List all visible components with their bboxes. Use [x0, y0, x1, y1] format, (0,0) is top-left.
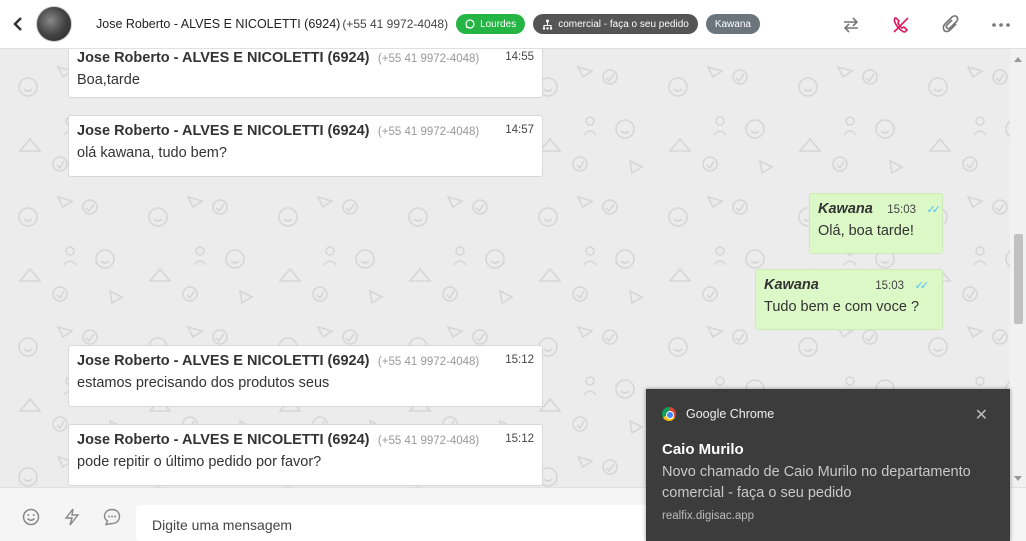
tag-label: Kawana: [714, 18, 751, 30]
close-icon[interactable]: ✕: [975, 405, 988, 425]
quick-reply-icon: [103, 508, 121, 526]
emoji-icon: [22, 508, 40, 526]
end-call-icon: [893, 16, 909, 33]
quick-action-button[interactable]: [64, 508, 84, 528]
attach-button[interactable]: [926, 0, 976, 49]
tag-label: Lourdes: [480, 18, 517, 30]
notification-title: Caio Murilo: [662, 441, 744, 458]
contact-phone: (+55 41 9972-4048): [342, 17, 449, 31]
message-phone: (+55 41 9972-4048): [377, 356, 480, 368]
message-text: Boa,tarde: [77, 72, 140, 88]
message-sender: Jose Roberto - ALVES E NICOLETTI (6924): [77, 50, 370, 66]
end-call-button[interactable]: [876, 0, 926, 49]
message-sender: Kawana: [818, 201, 873, 217]
chevron-left-icon: [13, 17, 22, 31]
back-button[interactable]: [0, 0, 36, 49]
message-time: 14:57: [505, 124, 534, 136]
message-text: estamos precisando dos produtos seus: [77, 375, 330, 391]
message-incoming[interactable]: Jose Roberto - ALVES E NICOLETTI (6924) …: [68, 49, 543, 98]
message-phone: (+55 41 9972-4048): [377, 126, 480, 138]
message-text: olá kawana, tudo bem?: [77, 145, 227, 161]
chrome-icon: [662, 407, 676, 421]
tag-connection[interactable]: Lourdes: [456, 14, 526, 34]
message-time: 15:12: [505, 433, 534, 445]
tag-agent[interactable]: Kawana: [705, 14, 760, 34]
message-time: 15:12: [505, 354, 534, 366]
notification-body: Novo chamado de Caio Murilo no departame…: [662, 464, 971, 501]
chat-scrollbar[interactable]: [1010, 49, 1026, 487]
notification-url: realfix.digisac.app: [662, 510, 755, 522]
message-input-placeholder: Digite uma mensagem: [152, 517, 293, 533]
emoji-button[interactable]: [22, 508, 42, 528]
tag-label: comercial - faça o seu pedido: [558, 18, 689, 30]
message-phone: (+55 41 9972-4048): [377, 53, 480, 65]
chat-header: Jose Roberto - ALVES E NICOLETTI (6924) …: [0, 0, 1026, 49]
more-button[interactable]: [976, 0, 1026, 49]
message-sender: Jose Roberto - ALVES E NICOLETTI (6924): [77, 123, 370, 139]
tag-department[interactable]: comercial - faça o seu pedido: [533, 14, 698, 34]
contact-name: Jose Roberto - ALVES E NICOLETTI (6924): [96, 17, 341, 31]
message-text: Olá, boa tarde!: [818, 223, 914, 239]
whatsapp-icon: [465, 19, 475, 29]
message-phone: (+55 41 9972-4048): [377, 435, 480, 447]
transfer-icon: [843, 16, 859, 33]
desktop-notification[interactable]: Google Chrome ✕ Caio Murilo Novo chamado…: [646, 389, 1010, 541]
message-sender: Jose Roberto - ALVES E NICOLETTI (6924): [77, 353, 370, 369]
read-ticks-icon: ✓✓: [914, 280, 930, 292]
flash-icon: [64, 508, 80, 526]
transfer-button[interactable]: [826, 0, 876, 49]
read-ticks-icon: ✓✓: [926, 204, 942, 216]
attach-icon: [942, 14, 959, 32]
message-text: pode repitir o último pedido por favor?: [77, 454, 322, 470]
message-sender: Jose Roberto - ALVES E NICOLETTI (6924): [77, 432, 370, 448]
message-outgoing[interactable]: Kawana 15:03 ✓✓ Tudo bem e com voce ?: [755, 269, 943, 330]
message-incoming[interactable]: Jose Roberto - ALVES E NICOLETTI (6924) …: [68, 115, 543, 177]
message-time: 14:55: [505, 51, 534, 63]
message-incoming[interactable]: Jose Roberto - ALVES E NICOLETTI (6924) …: [68, 424, 543, 486]
notification-app-name: Google Chrome: [686, 407, 775, 421]
message-outgoing[interactable]: Kawana 15:03 ✓✓ Olá, boa tarde!: [809, 193, 943, 254]
message-sender: Kawana: [764, 277, 819, 293]
message-incoming[interactable]: Jose Roberto - ALVES E NICOLETTI (6924) …: [68, 345, 543, 407]
more-icon: [992, 22, 1010, 27]
department-icon: [543, 19, 553, 30]
message-input[interactable]: Digite uma mensagem: [136, 505, 656, 541]
message-time: 15:03: [887, 204, 917, 216]
scroll-down-arrow-icon[interactable]: [1014, 476, 1022, 481]
message-text: Tudo bem e com voce ?: [764, 299, 920, 315]
avatar[interactable]: [36, 6, 72, 42]
quick-reply-button[interactable]: [103, 508, 123, 528]
message-time: 15:03: [875, 280, 905, 292]
scroll-up-arrow-icon[interactable]: [1014, 57, 1022, 62]
scroll-thumb[interactable]: [1014, 234, 1023, 324]
